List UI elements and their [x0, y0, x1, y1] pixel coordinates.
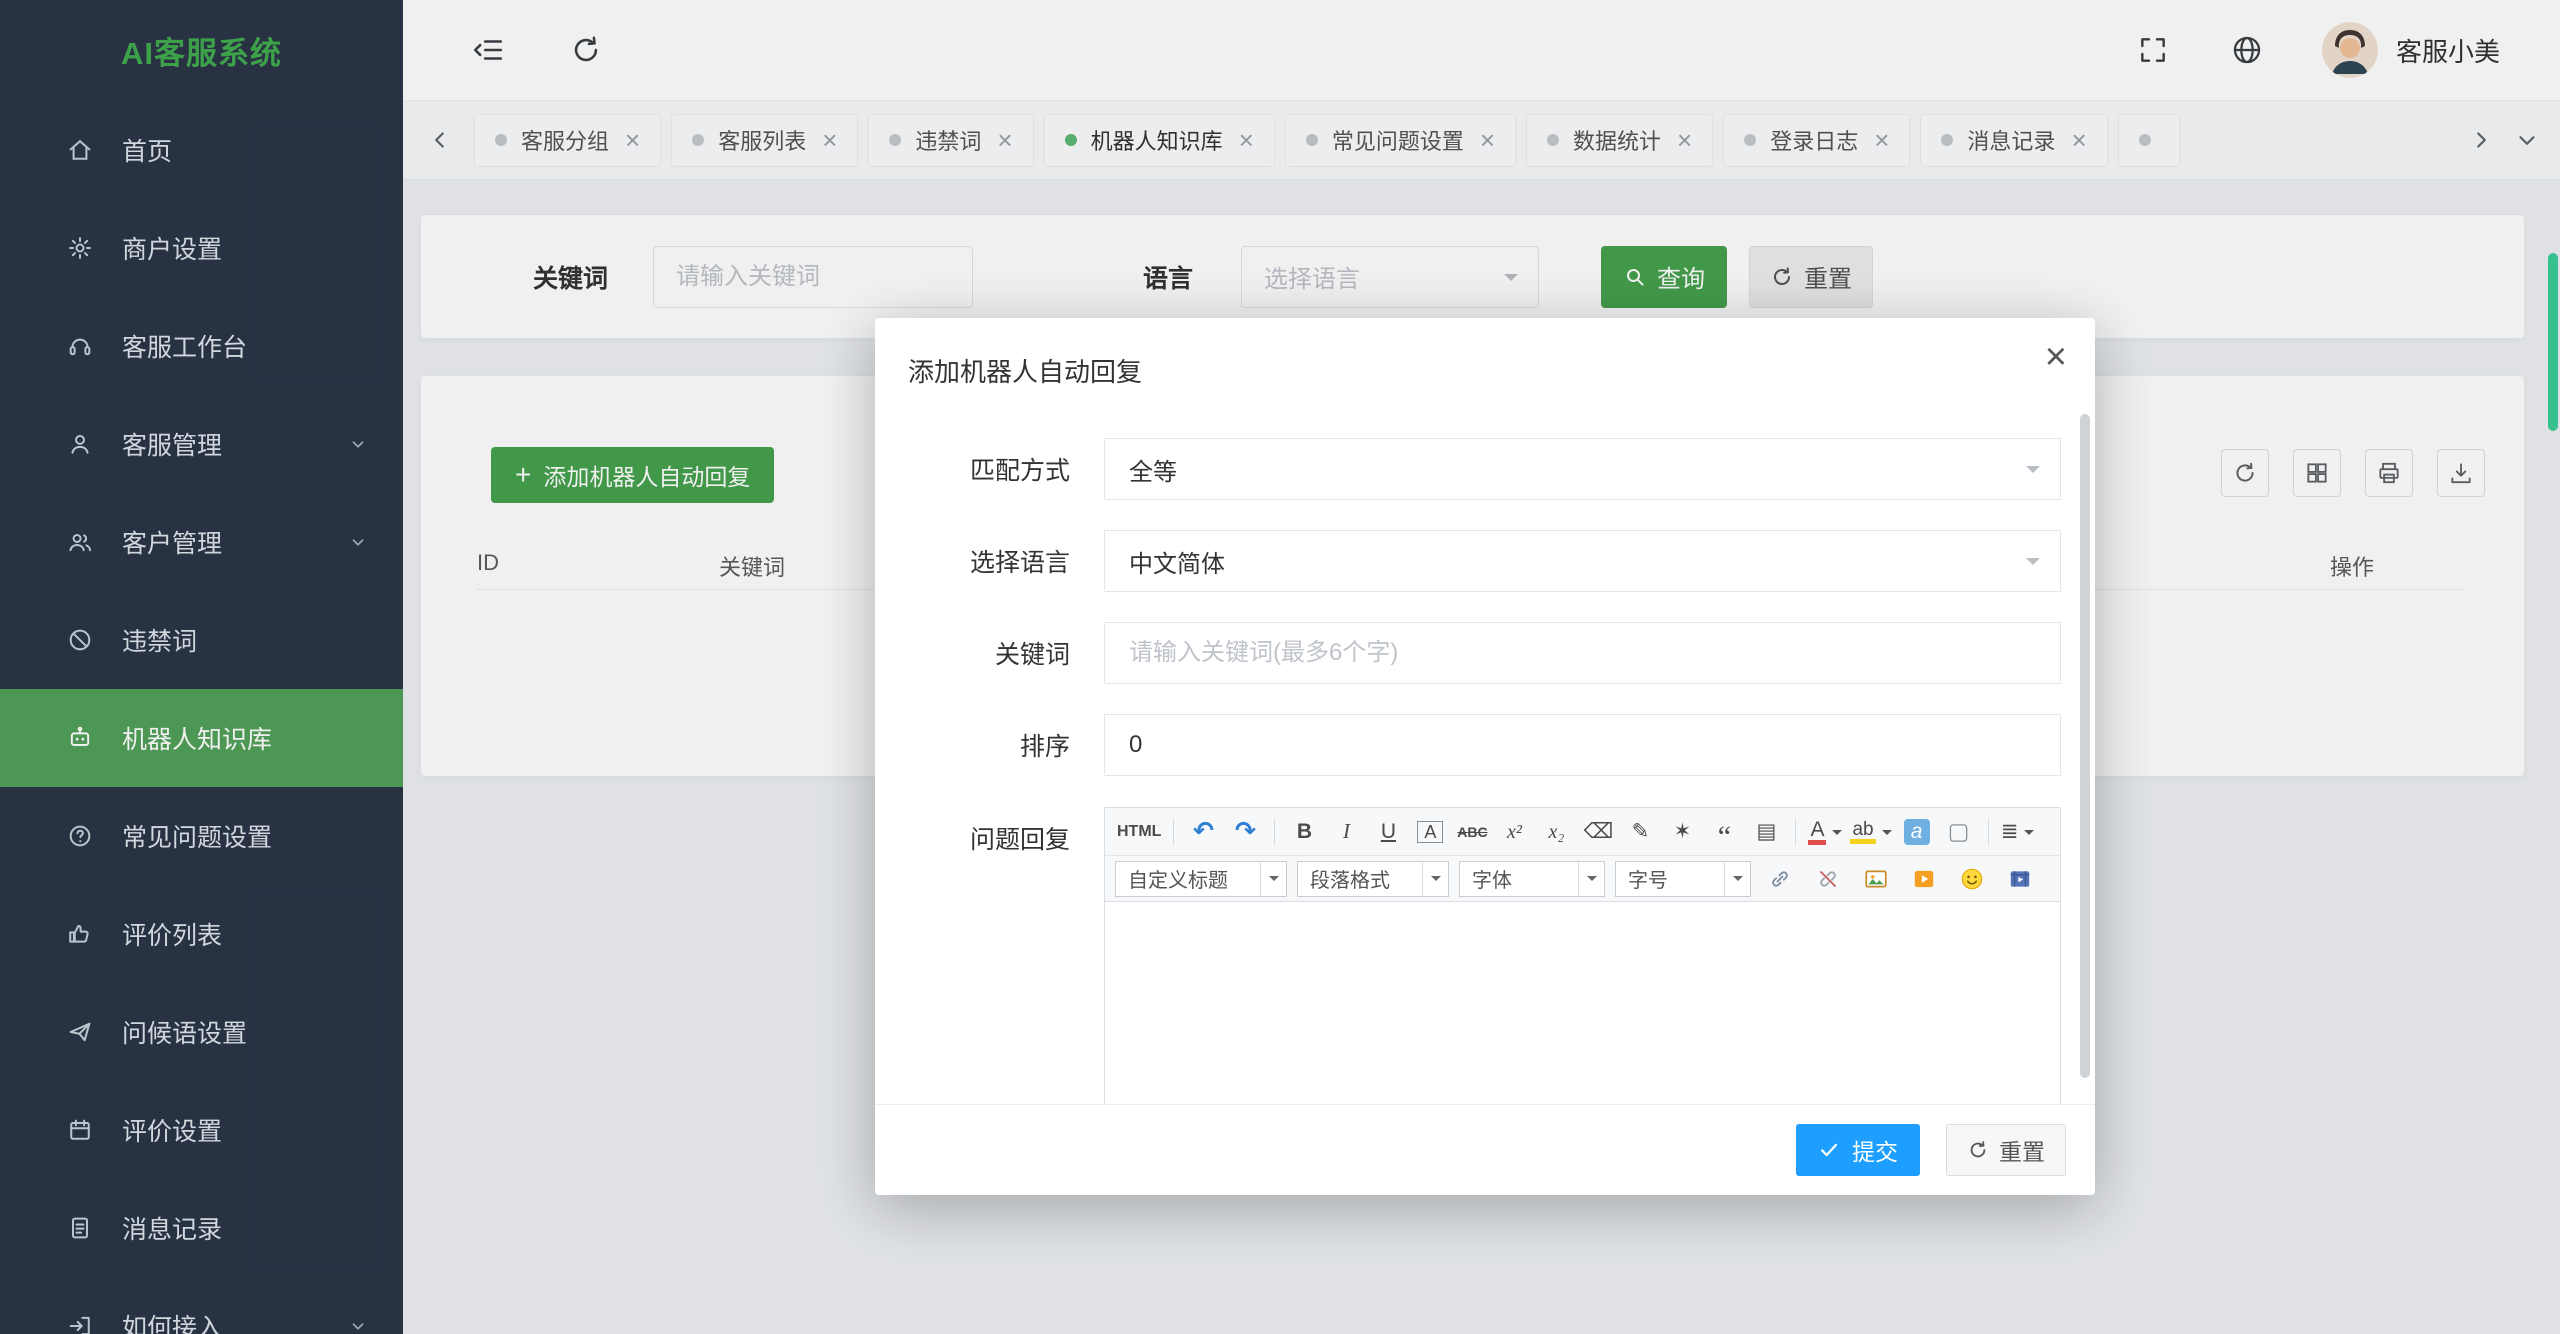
- submit-button-label: 提交: [1852, 1139, 1898, 1165]
- reply-label: 问题回复: [969, 826, 1070, 854]
- modal-footer: 提交 重置: [875, 1104, 2095, 1195]
- match-type-row: 匹配方式 全等: [875, 438, 2095, 500]
- toolbar-separator: [1795, 818, 1797, 845]
- font-style-button[interactable]: A: [1409, 813, 1451, 851]
- unlink-icon[interactable]: [1809, 861, 1847, 897]
- sort-row: 排序: [875, 714, 2095, 776]
- check-icon: [1821, 1143, 1837, 1157]
- modal-reset-button[interactable]: 重置: [1946, 1124, 2066, 1176]
- modal-language-select[interactable]: 中文简体: [1104, 530, 2061, 592]
- font-family-select[interactable]: 字体: [1459, 860, 1605, 897]
- modal-reset-button-label: 重置: [1999, 1139, 2045, 1165]
- heading-select[interactable]: 自定义标题: [1115, 860, 1287, 897]
- reset-refresh-icon: [1970, 1141, 1986, 1158]
- match-type-select[interactable]: 全等: [1104, 438, 2061, 500]
- bold-button[interactable]: B: [1283, 813, 1325, 851]
- heading-select-value: 自定义标题: [1128, 870, 1228, 892]
- subscript-button[interactable]: x₂: [1535, 813, 1577, 851]
- flash-media-icon[interactable]: [1905, 861, 1943, 897]
- editor-toolbar-row1: HTML ↶ ↷ B I U A ABC x² x₂ ⌫ ✎ ✶ “ ▤ A a…: [1105, 808, 2060, 856]
- redo-button[interactable]: ↷: [1224, 813, 1266, 851]
- rich-text-editor: HTML ↶ ↷ B I U A ABC x² x₂ ⌫ ✎ ✶ “ ▤ A a…: [1104, 807, 2061, 1105]
- chevron-down-icon: [1578, 861, 1604, 896]
- link-icon[interactable]: [1761, 861, 1799, 897]
- editor-toolbar-row2: 自定义标题 段落格式 字体 字号: [1105, 856, 2060, 902]
- modal-close-icon[interactable]: ×: [2045, 338, 2067, 376]
- undo-button[interactable]: ↶: [1182, 813, 1224, 851]
- anchor-button[interactable]: a: [1896, 813, 1938, 851]
- font-size-select-value: 字号: [1628, 870, 1668, 892]
- auto-format-button[interactable]: ✶: [1661, 813, 1703, 851]
- underline-button[interactable]: U: [1367, 813, 1409, 851]
- quote-button[interactable]: “: [1703, 813, 1745, 851]
- chevron-down-icon: [1422, 861, 1448, 896]
- new-page-button[interactable]: ▢: [1938, 813, 1980, 851]
- window-scrollbar-thumb[interactable]: [2548, 253, 2558, 431]
- match-type-label: 匹配方式: [969, 457, 1070, 485]
- toolbar-separator: [1173, 818, 1175, 845]
- modal-scrollbar-thumb[interactable]: [2080, 414, 2090, 1078]
- source-code-button[interactable]: HTML: [1113, 813, 1165, 851]
- editor-content[interactable]: [1105, 902, 2060, 1104]
- font-size-select[interactable]: 字号: [1615, 860, 1751, 897]
- add-robot-reply-modal: 添加机器人自动回复 × 匹配方式 全等 选择语言 中文简体 关键词 排序 问题回…: [875, 318, 2095, 1195]
- language-row: 选择语言 中文简体: [875, 530, 2095, 592]
- emoji-icon[interactable]: [1953, 861, 1991, 897]
- modal-keyword-row: 关键词: [875, 622, 2095, 684]
- toolbar-separator: [1987, 818, 1989, 845]
- paste-button[interactable]: ▤: [1745, 813, 1787, 851]
- sort-input[interactable]: [1104, 714, 2061, 776]
- format-brush-button[interactable]: ✎: [1619, 813, 1661, 851]
- chevron-down-icon: [2026, 558, 2040, 572]
- remove-format-button[interactable]: ⌫: [1577, 813, 1619, 851]
- modal-keyword-label: 关键词: [994, 641, 1070, 669]
- modal-title: 添加机器人自动回复: [908, 357, 1143, 387]
- image-icon[interactable]: [1857, 861, 1895, 897]
- chevron-down-icon: [1724, 861, 1750, 896]
- chevron-down-icon: [2026, 466, 2040, 480]
- strikethrough-button[interactable]: ABC: [1451, 813, 1493, 851]
- highlight-color-button[interactable]: ab: [1846, 813, 1895, 851]
- sort-label: 排序: [1019, 733, 1070, 761]
- list-button[interactable]: ≣: [1997, 813, 2039, 851]
- paragraph-select-value: 段落格式: [1310, 870, 1390, 892]
- superscript-button[interactable]: x²: [1493, 813, 1535, 851]
- submit-button[interactable]: 提交: [1796, 1124, 1920, 1176]
- window-scrollbar: [2546, 0, 2560, 1334]
- modal-keyword-input[interactable]: [1104, 622, 2061, 684]
- video-media-icon[interactable]: [2001, 861, 2039, 897]
- modal-language-value: 中文简体: [1129, 550, 1225, 578]
- toolbar-separator: [1274, 818, 1276, 845]
- chevron-down-icon: [1260, 861, 1286, 896]
- font-color-button[interactable]: A: [1804, 813, 1846, 851]
- paragraph-format-select[interactable]: 段落格式: [1297, 860, 1449, 897]
- modal-language-label: 选择语言: [969, 549, 1070, 577]
- font-select-value: 字体: [1472, 870, 1512, 892]
- italic-button[interactable]: I: [1325, 813, 1367, 851]
- match-type-value: 全等: [1129, 458, 1177, 486]
